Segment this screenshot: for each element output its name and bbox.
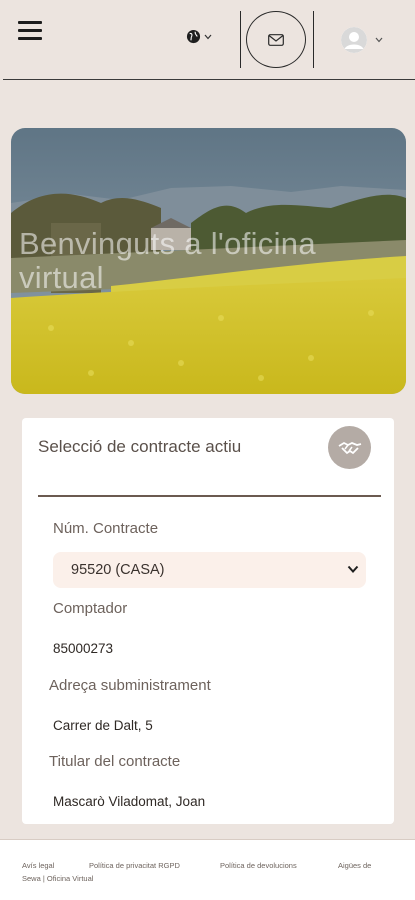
mail-button[interactable] [246, 11, 306, 68]
top-header [0, 0, 415, 80]
hero-banner: Benvinguts a l'oficina virtual [11, 128, 406, 394]
address-label: Adreça subministrament [49, 677, 211, 694]
card-divider [38, 495, 381, 497]
chevron-down-icon [204, 34, 212, 39]
user-avatar-icon [341, 27, 367, 53]
card-title: Selecció de contracte actiu [38, 437, 242, 456]
language-selector[interactable] [186, 29, 212, 44]
chevron-down-icon [347, 565, 359, 573]
meter-value: 85000273 [53, 641, 114, 656]
handshake-icon [338, 441, 361, 454]
hero-title: Benvinguts a l'oficina virtual [19, 226, 316, 295]
hamburger-menu-icon[interactable] [18, 21, 42, 41]
envelope-icon [268, 33, 284, 46]
returns-link[interactable]: Política de devolucions [220, 861, 297, 870]
chevron-down-icon [375, 37, 383, 43]
contract-select[interactable]: 95520 (CASA) [53, 552, 366, 588]
header-divider [3, 79, 415, 80]
handshake-button[interactable] [328, 426, 371, 469]
contract-selected-value: 95520 (CASA) [71, 562, 165, 578]
contract-card: Selecció de contracte actiu Núm. Contrac… [22, 418, 394, 824]
globe-icon [186, 29, 201, 44]
legal-link[interactable]: Avís legal [22, 861, 54, 870]
user-menu[interactable] [341, 27, 383, 53]
holder-value: Mascarò Viladomat, Joan [53, 794, 206, 809]
footer: Avís legal Política de privacitat RGPD P… [0, 840, 415, 900]
brand-text-line2: Sewa | Oficina Virtual [22, 874, 94, 883]
brand-text: Aigües de [338, 861, 372, 870]
divider [240, 11, 241, 68]
holder-label: Titular del contracte [49, 753, 181, 770]
privacy-link[interactable]: Política de privacitat RGPD [89, 861, 180, 870]
divider [313, 11, 314, 68]
address-value: Carrer de Dalt, 5 [53, 718, 153, 733]
meter-label: Comptador [53, 600, 128, 617]
contract-label: Núm. Contracte [53, 520, 159, 537]
